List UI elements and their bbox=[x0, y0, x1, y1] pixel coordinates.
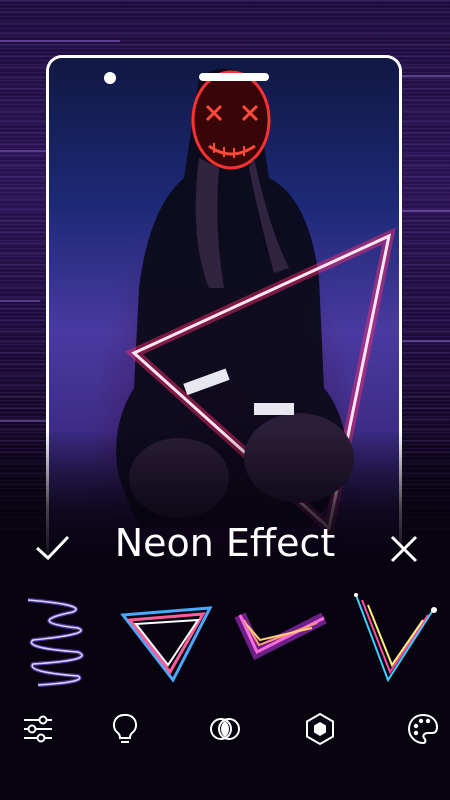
effect-title-bar: Neon Effect bbox=[0, 515, 450, 575]
palette-icon bbox=[407, 713, 439, 745]
checkmark-neon-icon bbox=[234, 612, 327, 661]
shape-button[interactable] bbox=[302, 711, 338, 747]
effect-thumb-checkmark[interactable] bbox=[232, 590, 332, 690]
effect-thumb-triangle[interactable] bbox=[118, 590, 218, 690]
close-icon bbox=[390, 535, 418, 563]
effect-thumb-spiral[interactable] bbox=[18, 590, 98, 690]
sliders-icon bbox=[24, 715, 52, 743]
phone-camera-dot bbox=[104, 72, 116, 84]
effect-thumb-v-shape[interactable] bbox=[348, 590, 440, 690]
overlap-circles-icon bbox=[210, 718, 240, 740]
spiral-neon-icon bbox=[27, 598, 84, 687]
v-shape-neon-icon bbox=[354, 593, 437, 683]
blend-button[interactable] bbox=[207, 711, 243, 747]
adjust-button[interactable] bbox=[20, 711, 56, 747]
lightbulb-icon bbox=[112, 713, 138, 743]
triangle-neon-icon bbox=[120, 606, 213, 683]
effect-thumbnail-list bbox=[0, 590, 450, 690]
light-button[interactable] bbox=[107, 711, 143, 747]
phone-speaker-slot bbox=[199, 73, 269, 81]
color-button[interactable] bbox=[405, 711, 441, 747]
close-button[interactable] bbox=[382, 527, 426, 571]
bottom-toolbar bbox=[0, 705, 450, 755]
hexagon-badge-icon bbox=[306, 712, 334, 746]
